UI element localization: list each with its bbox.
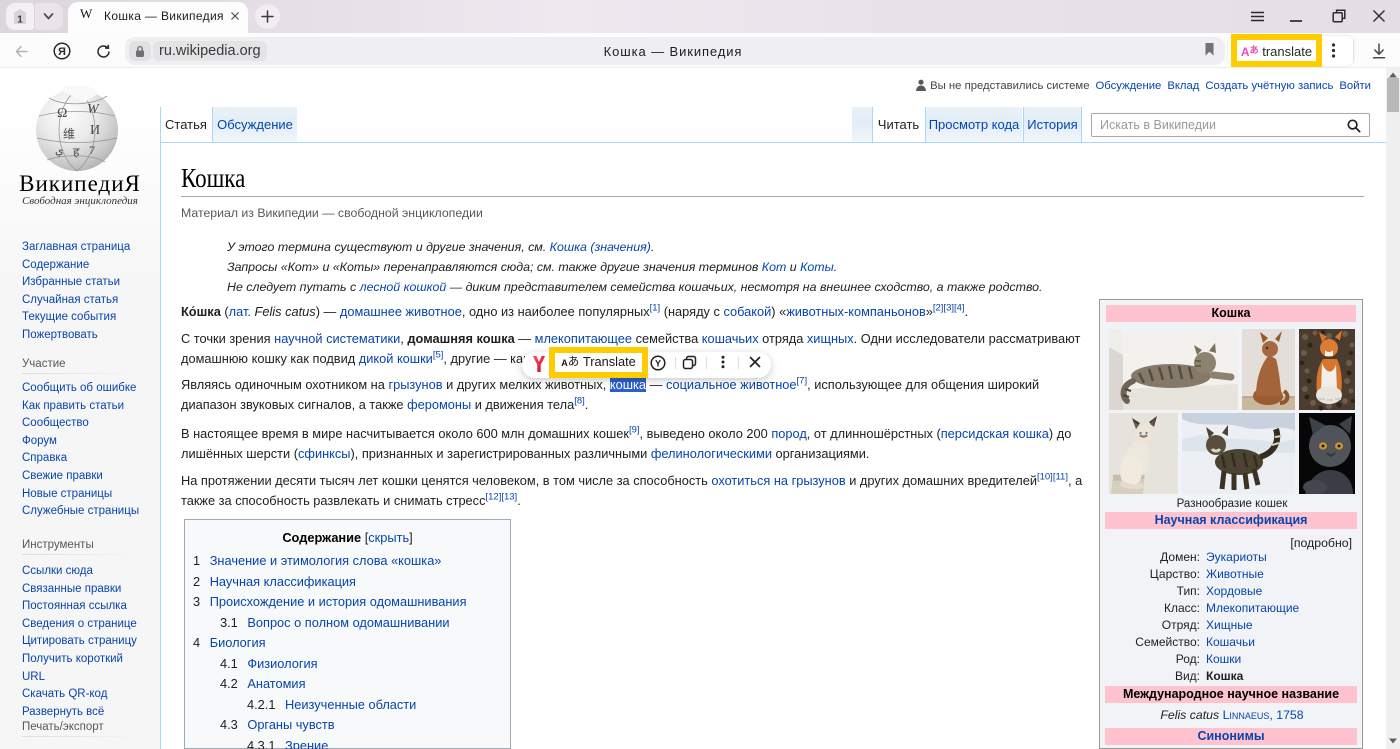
- svg-text:Y: Y: [655, 359, 661, 369]
- svg-text:И: И: [90, 123, 100, 138]
- svg-text:1: 1: [17, 15, 23, 26]
- svg-text:维: 维: [63, 127, 75, 141]
- svg-text:Ω: Ω: [57, 106, 67, 121]
- svg-text:ह: ह: [73, 145, 80, 159]
- svg-text:W: W: [87, 102, 100, 117]
- svg-text:7: 7: [89, 143, 95, 157]
- svg-text:ي: ي: [55, 145, 64, 157]
